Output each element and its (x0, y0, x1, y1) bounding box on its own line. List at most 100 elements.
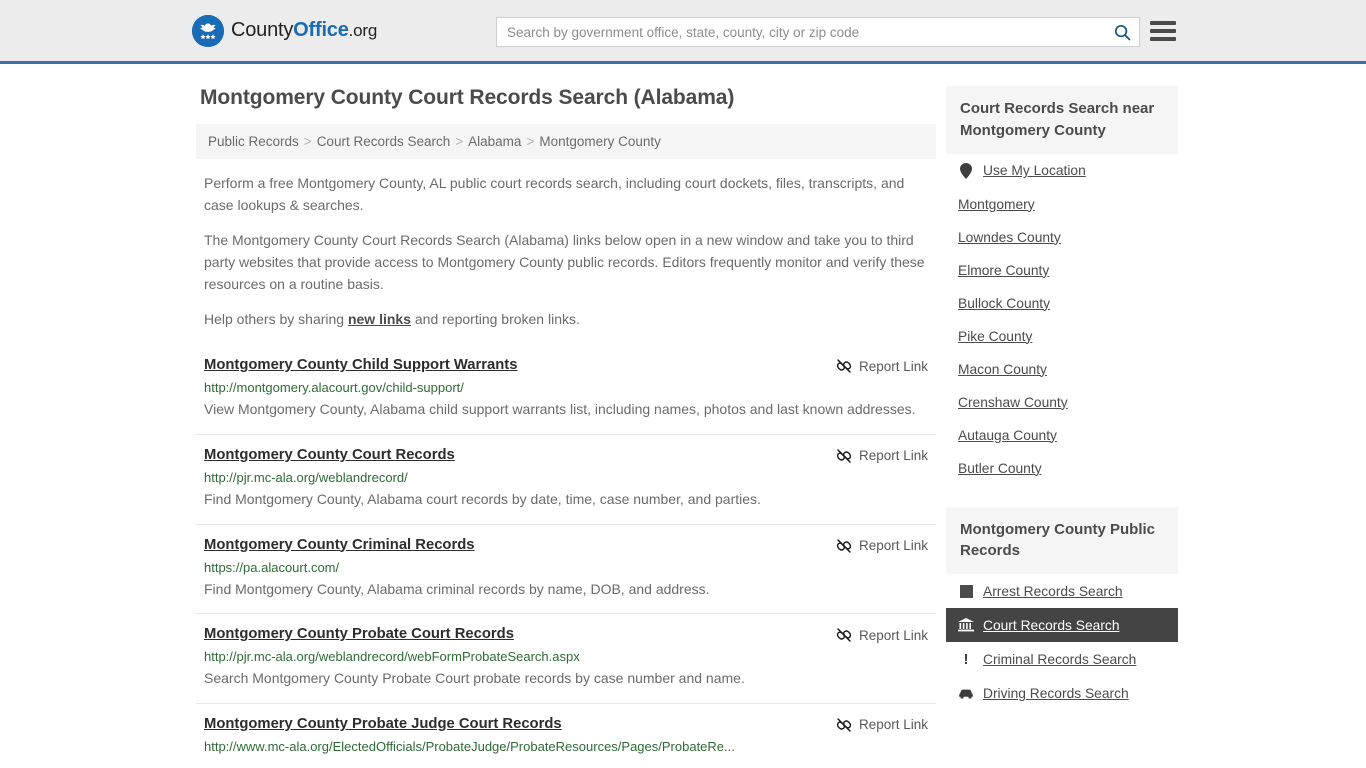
intro-text-after: and reporting broken links. (411, 311, 580, 328)
report-link-button[interactable]: Report Link (836, 537, 928, 554)
breadcrumb-item-public-records[interactable]: Public Records (208, 134, 299, 149)
sidebar-item-crenshaw-county[interactable]: Crenshaw County (946, 386, 1178, 419)
broken-link-icon (836, 359, 852, 373)
main-content: Montgomery County Court Records Search (… (196, 86, 936, 768)
breadcrumb-separator: > (455, 134, 464, 149)
search-button[interactable] (1105, 18, 1139, 46)
hamburger-menu-button[interactable] (1150, 20, 1176, 42)
sidebar-item-criminal-records-search[interactable]: ! Criminal Records Search (946, 642, 1178, 676)
site-logo[interactable]: CountyOffice.org (192, 14, 377, 47)
list-item: Montgomery (946, 188, 1178, 221)
result-url[interactable]: http://pjr.mc-ala.org/weblandrecord/ (204, 470, 928, 485)
result-title-link[interactable]: Montgomery County Court Records (204, 447, 455, 463)
list-item: Use My Location (946, 154, 1178, 188)
breadcrumb-item-court-records-search[interactable]: Court Records Search (317, 134, 451, 149)
result-title-link[interactable]: Montgomery County Probate Judge Court Re… (204, 716, 562, 732)
report-link-label: Report Link (858, 627, 928, 643)
report-link-button[interactable]: Report Link (836, 626, 928, 643)
hamburger-bar-3 (1150, 37, 1176, 41)
list-item: Arrest Records Search (946, 574, 1178, 608)
logo-text-county: County (231, 19, 294, 41)
sidebar-item-use-my-location[interactable]: Use My Location (946, 154, 1178, 188)
sidebar-item-court-records-search[interactable]: Court Records Search (946, 608, 1178, 642)
broken-link-icon (836, 628, 852, 642)
sidebar-item-pike-county[interactable]: Pike County (946, 320, 1178, 353)
sidebar-item-label: Lowndes County (958, 229, 1061, 245)
sidebar-item-label: Pike County (958, 328, 1033, 344)
breadcrumb: Public Records > Court Records Search > Alab… (196, 124, 936, 159)
sidebar-item-lowndes-county[interactable]: Lowndes County (946, 221, 1178, 254)
hamburger-bar-2 (1150, 29, 1176, 33)
square-icon (958, 583, 974, 599)
result-title-link[interactable]: Montgomery County Probate Court Records (204, 626, 514, 642)
search-icon (1114, 24, 1130, 40)
sidebar: Court Records Search near Montgomery Cou… (946, 86, 1178, 732)
result-header: Montgomery County Criminal Records Repor… (204, 537, 928, 554)
sidebar-item-arrest-records-search[interactable]: Arrest Records Search (946, 574, 1178, 608)
list-item: Crenshaw County (946, 386, 1178, 419)
sidebar-item-bullock-county[interactable]: Bullock County (946, 287, 1178, 320)
result-item: Montgomery County Child Support Warrants… (196, 345, 936, 434)
result-url[interactable]: http://pjr.mc-ala.org/weblandrecord/webF… (204, 649, 928, 664)
search-input[interactable] (497, 18, 1105, 46)
result-description: View Montgomery County, Alabama child su… (204, 401, 916, 418)
sidebar-item-label: Autauga County (958, 427, 1057, 443)
report-link-label: Report Link (858, 538, 928, 553)
breadcrumb-separator: > (526, 134, 535, 149)
result-header: Montgomery County Probate Court Records … (204, 626, 928, 643)
intro-paragraph-1: Perform a free Montgomery County, AL pub… (204, 175, 905, 213)
list-item: Lowndes County (946, 221, 1178, 254)
breadcrumb-separator: > (303, 134, 312, 149)
logo-text-office: Office (293, 19, 349, 41)
exclamation-icon: ! (963, 650, 969, 668)
courthouse-icon (958, 617, 974, 633)
result-description: Find Montgomery County, Alabama court re… (204, 490, 761, 507)
new-links-link[interactable]: new links (348, 311, 411, 327)
sidebar-item-label: Court Records Search (983, 617, 1120, 633)
sidebar-item-driving-records-search[interactable]: Driving Records Search (946, 676, 1178, 710)
sidebar-item-butler-county[interactable]: Butler County (946, 452, 1178, 485)
result-url[interactable]: https://pa.alacourt.com/ (204, 560, 928, 575)
result-item: Montgomery County Court Records Report L… (196, 433, 936, 524)
hamburger-bar-1 (1150, 21, 1176, 25)
report-link-label: Report Link (858, 717, 928, 733)
search-bar (496, 17, 1140, 47)
result-description: Find Montgomery County, Alabama criminal… (204, 580, 710, 597)
result-item: Montgomery County Probate Court Records … (196, 613, 936, 703)
page-title: Montgomery County Court Records Search (… (200, 86, 735, 109)
sidebar-item-label: Bullock County (958, 295, 1051, 311)
breadcrumb-item-alabama[interactable]: Alabama (468, 134, 521, 149)
result-url[interactable]: http://montgomery.alacourt.gov/child-sup… (204, 380, 928, 395)
report-link-button[interactable]: Report Link (836, 357, 928, 374)
sidebar-item-macon-county[interactable]: Macon County (946, 353, 1178, 386)
broken-link-icon (836, 718, 852, 732)
sidebar-item-label: Driving Records Search (983, 685, 1129, 701)
list-item: ! Criminal Records Search (946, 642, 1178, 676)
results-list: Montgomery County Child Support Warrants… (196, 345, 936, 768)
list-item: Butler County (946, 452, 1178, 485)
sidebar-item-label: Criminal Records Search (983, 651, 1137, 667)
result-header: Montgomery County Court Records Report L… (204, 447, 928, 464)
nearby-county-list: Use My Location Montgomery Lowndes Count… (946, 154, 1178, 485)
breadcrumb-item-montgomery-county[interactable]: Montgomery County (539, 134, 661, 149)
result-url[interactable]: http://www.mc-ala.org/ElectedOfficials/P… (204, 739, 928, 754)
list-item: Bullock County (946, 287, 1178, 320)
result-header: Montgomery County Probate Judge Court Re… (204, 716, 928, 733)
list-item: Pike County (946, 320, 1178, 353)
sidebar-item-label: Arrest Records Search (983, 583, 1123, 599)
site-header: CountyOffice.org (0, 0, 1366, 64)
broken-link-icon (836, 538, 852, 553)
sidebar-item-label: Butler County (958, 460, 1042, 476)
sidebar-item-elmore-county[interactable]: Elmore County (946, 254, 1178, 287)
nearby-panel-title: Court Records Search near Montgomery Cou… (946, 86, 1178, 154)
result-item: Montgomery County Criminal Records Repor… (196, 523, 936, 614)
result-title-link[interactable]: Montgomery County Criminal Records (204, 537, 474, 553)
sidebar-item-montgomery[interactable]: Montgomery (946, 188, 1178, 221)
result-title-link[interactable]: Montgomery County Child Support Warrants (204, 357, 517, 373)
page-body: Montgomery County Court Records Search (… (0, 64, 1366, 768)
list-item: Elmore County (946, 254, 1178, 287)
report-link-button[interactable]: Report Link (836, 447, 928, 464)
sidebar-item-autauga-county[interactable]: Autauga County (946, 419, 1178, 452)
intro-text-before: Help others by sharing (204, 311, 348, 328)
report-link-button[interactable]: Report Link (836, 716, 928, 733)
